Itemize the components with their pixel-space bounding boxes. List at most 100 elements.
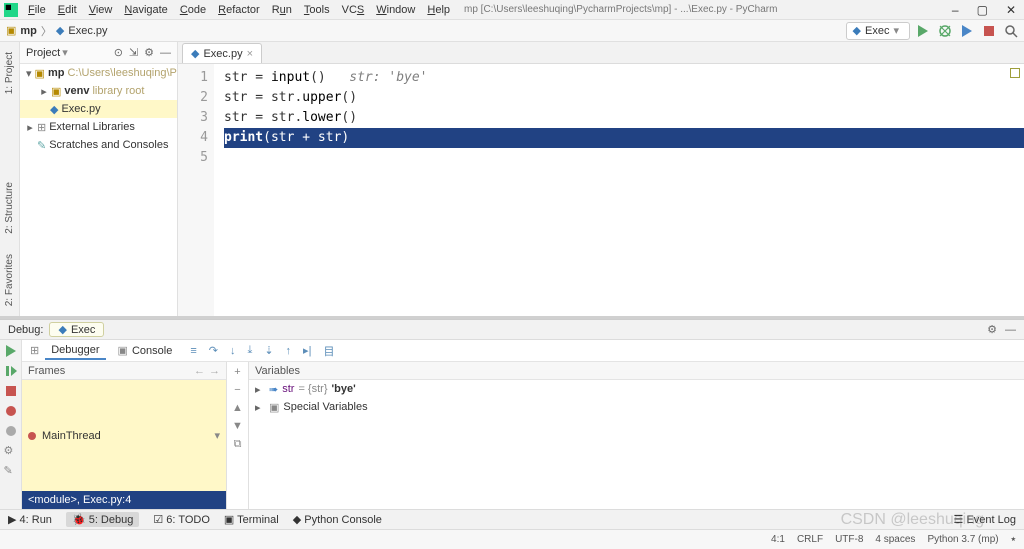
next-frame-button[interactable]: → xyxy=(209,365,220,377)
debug-button[interactable] xyxy=(938,24,952,38)
console-tab[interactable]: ▣Console xyxy=(112,342,179,359)
copy-button[interactable]: ⧉ xyxy=(234,438,242,451)
menu-window[interactable]: Window xyxy=(372,3,419,17)
step-into-button[interactable]: ↓ xyxy=(230,345,236,357)
pin-button[interactable]: ✎ xyxy=(4,464,18,478)
code-editor[interactable]: 1 2 3 4 5 str = input() str: 'bye' str =… xyxy=(178,64,1024,316)
up-button[interactable]: ▲ xyxy=(232,402,243,414)
settings-icon[interactable]: ⚙ xyxy=(987,323,997,336)
step-over-button[interactable]: ↷ xyxy=(209,344,218,357)
mute-breakpoints-button[interactable] xyxy=(4,424,18,438)
close-tab-icon[interactable]: × xyxy=(247,48,253,60)
tool-tab-run[interactable]: ▶ 4: Run xyxy=(8,513,52,526)
prev-frame-button[interactable]: ← xyxy=(194,365,205,377)
select-opened-file-button[interactable]: ⊙ xyxy=(114,46,123,59)
down-button[interactable]: ▼ xyxy=(232,420,243,432)
tool-tab-eventlog[interactable]: ☰ Event Log xyxy=(954,513,1016,526)
stop-button[interactable] xyxy=(4,384,18,398)
debug-config-name: Exec xyxy=(71,324,95,336)
tree-venv[interactable]: ▸▣ venv library root xyxy=(20,82,177,100)
project-pane-header: Project ▾ ⊙ ⇲ ⚙ — xyxy=(20,42,177,64)
project-tree[interactable]: ▾▣ mp C:\Users\leeshuqing\Py ▸▣ venv lib… xyxy=(20,64,177,316)
status-eol[interactable]: CRLF xyxy=(797,534,823,545)
step-out-button[interactable]: ↑ xyxy=(286,345,292,357)
tab-label: Exec.py xyxy=(203,48,242,60)
tree-file-exec[interactable]: ◆ Exec.py xyxy=(20,100,177,118)
tool-tab-todo[interactable]: ☑ 6: TODO xyxy=(153,513,210,526)
evaluate-expr-button[interactable]: 目 xyxy=(323,343,334,359)
close-button[interactable]: ✕ xyxy=(1006,3,1016,17)
menu-vcs[interactable]: VCS xyxy=(338,3,369,17)
remove-watch-button[interactable]: − xyxy=(234,384,240,396)
tree-external-libs[interactable]: ▸⊞ External Libraries xyxy=(20,118,177,136)
run-button[interactable] xyxy=(916,24,930,38)
settings-button[interactable]: ⚙ xyxy=(4,444,18,458)
tree-root[interactable]: ▾▣ mp C:\Users\leeshuqing\Py xyxy=(20,64,177,82)
line-number[interactable]: 4 xyxy=(192,128,208,148)
line-number[interactable]: 5 xyxy=(192,148,208,168)
step-into-my-button[interactable]: ⤓ xyxy=(247,344,252,357)
rerun-button[interactable] xyxy=(4,344,18,358)
lock-icon[interactable]: ⭑ xyxy=(1011,534,1016,545)
minimize-button[interactable]: – xyxy=(952,3,959,17)
status-position[interactable]: 4:1 xyxy=(771,534,785,545)
analysis-marker[interactable] xyxy=(1010,68,1020,78)
dropdown-icon[interactable]: ▾ xyxy=(62,46,68,59)
variables-pane: Variables ▸➠ str = {str} 'bye' ▸▣ Specia… xyxy=(249,362,1024,509)
tree-scratches[interactable]: ✎ Scratches and Consoles xyxy=(20,136,177,154)
debug-config-tag[interactable]: ◆ Exec xyxy=(49,322,104,337)
hide-button[interactable]: — xyxy=(1005,324,1016,336)
menu-help[interactable]: Help xyxy=(423,3,454,17)
variable-row[interactable]: ▸➠ str = {str} 'bye' xyxy=(249,380,1024,398)
variable-row[interactable]: ▸▣ Special Variables xyxy=(249,398,1024,416)
tool-tab-python-console[interactable]: ◆ Python Console xyxy=(293,513,382,526)
status-indent[interactable]: 4 spaces xyxy=(875,534,915,545)
debug-title: Debug: xyxy=(8,324,43,336)
settings-icon[interactable]: ⚙ xyxy=(144,46,154,59)
sidebar-tab-favorites[interactable]: 2: Favorites xyxy=(0,244,19,316)
status-interpreter[interactable]: Python 3.7 (mp) xyxy=(927,534,998,545)
restore-layout-button[interactable]: ⊞ xyxy=(30,344,39,357)
line-number[interactable]: 2 xyxy=(192,88,208,108)
tool-tab-terminal[interactable]: ▣ Terminal xyxy=(224,513,279,526)
status-encoding[interactable]: UTF-8 xyxy=(835,534,863,545)
thread-selector[interactable]: MainThread ▾ xyxy=(22,380,226,491)
gutter[interactable]: 1 2 3 4 5 xyxy=(178,64,214,316)
force-step-into-button[interactable]: ⇣ xyxy=(264,344,273,357)
menu-tools[interactable]: Tools xyxy=(300,3,334,17)
tree-file-label: Exec.py xyxy=(61,103,100,115)
line-number[interactable]: 1 xyxy=(192,68,208,88)
add-watch-button[interactable]: + xyxy=(234,366,240,378)
stack-frame[interactable]: <module>, Exec.py:4 xyxy=(22,491,226,509)
line-number[interactable]: 3 xyxy=(192,108,208,128)
tree-venv-hint: library root xyxy=(92,85,144,97)
stop-button[interactable] xyxy=(982,24,996,38)
menu-refactor[interactable]: Refactor xyxy=(214,3,264,17)
breadcrumb[interactable]: ▣ mp 〉 ◆ Exec.py xyxy=(6,23,108,39)
menu-view[interactable]: View xyxy=(85,3,117,17)
menu-file[interactable]: File xyxy=(24,3,50,17)
maximize-button[interactable]: ▢ xyxy=(977,3,988,17)
show-exec-point-button[interactable]: ≡ xyxy=(190,345,196,357)
search-everywhere-button[interactable] xyxy=(1004,24,1018,38)
menu-code[interactable]: Code xyxy=(176,3,210,17)
menu-run[interactable]: Run xyxy=(268,3,296,17)
code-lines[interactable]: str = input() str: 'bye' str = str.upper… xyxy=(214,64,1024,316)
view-breakpoints-button[interactable] xyxy=(4,404,18,418)
tool-tab-debug[interactable]: 🐞 5: Debug xyxy=(66,512,139,527)
sidebar-tab-structure[interactable]: 2: Structure xyxy=(0,172,19,244)
menu-navigate[interactable]: Navigate xyxy=(120,3,171,17)
editor-area: ◆ Exec.py × 1 2 3 4 5 str = input() str:… xyxy=(178,42,1024,316)
run-to-cursor-button[interactable]: ▸| xyxy=(303,344,311,357)
hide-button[interactable]: — xyxy=(160,47,171,59)
debugger-tab[interactable]: Debugger xyxy=(45,342,105,360)
menu-edit[interactable]: Edit xyxy=(54,3,81,17)
vars-toolbar: + − ▲ ▼ ⧉ xyxy=(227,362,249,509)
run-coverage-button[interactable] xyxy=(960,24,974,38)
resume-button[interactable] xyxy=(4,364,18,378)
sidebar-tab-project[interactable]: 1: Project xyxy=(0,42,19,104)
project-pane: Project ▾ ⊙ ⇲ ⚙ — ▾▣ mp C:\Users\leeshuq… xyxy=(20,42,178,316)
editor-tab-exec[interactable]: ◆ Exec.py × xyxy=(182,43,262,63)
run-config-selector[interactable]: ◆ Exec ▾ xyxy=(846,22,910,40)
expand-all-button[interactable]: ⇲ xyxy=(129,46,138,59)
